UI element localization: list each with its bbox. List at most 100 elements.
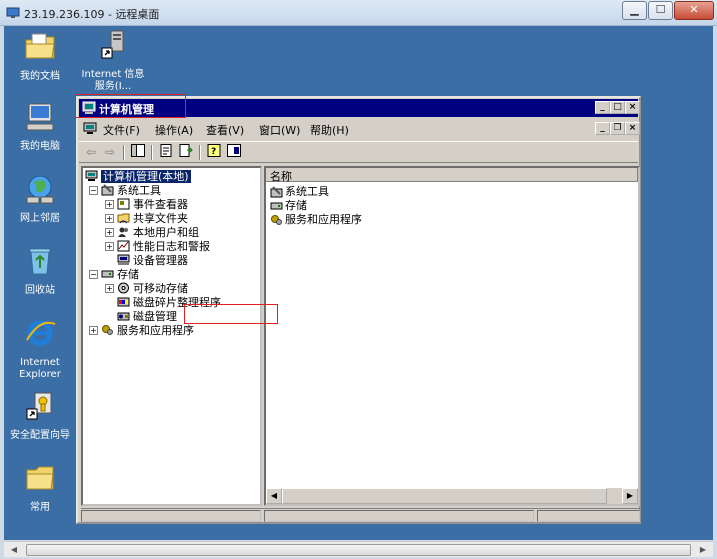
export-list-icon[interactable] bbox=[177, 144, 195, 161]
menu-help[interactable]: 帮助(H) bbox=[310, 122, 349, 138]
collapse-icon[interactable]: − bbox=[89, 185, 98, 195]
back-arrow-icon[interactable]: ⇦ bbox=[82, 144, 100, 161]
defragmenter-icon bbox=[117, 296, 130, 308]
menu-file[interactable]: 文件(F) bbox=[103, 122, 140, 138]
expand-icon[interactable]: + bbox=[105, 213, 114, 223]
desktop-icon-iis[interactable]: Internet 信息服务(I... bbox=[78, 28, 148, 93]
tree-node-perf-logs[interactable]: + 性能日志和警报 bbox=[105, 238, 210, 253]
cm-menubar: 文件(F) 操作(A) 查看(V) 窗口(W) 帮助(H) _ ❐ × bbox=[79, 119, 640, 139]
folder-icon bbox=[25, 33, 55, 59]
cm-close-button[interactable]: × bbox=[625, 101, 640, 114]
forward-arrow-icon[interactable]: ⇨ bbox=[101, 144, 119, 161]
scroll-right-arrow-icon[interactable]: ▶ bbox=[695, 543, 711, 557]
cm-minimize-button[interactable]: _ bbox=[595, 101, 610, 114]
rdp-close-button[interactable]: ✕ bbox=[674, 1, 714, 20]
show-hide-tree-icon[interactable] bbox=[129, 144, 147, 161]
details-list-pane[interactable]: 名称 系统工具 存储 服务和应用程序 ◀ ▶ bbox=[264, 166, 640, 506]
rdp-maximize-button[interactable]: ☐ bbox=[648, 1, 673, 20]
expand-icon[interactable]: + bbox=[105, 227, 114, 237]
list-header: 名称 bbox=[266, 168, 638, 183]
annotation-box-disk-management bbox=[184, 304, 278, 324]
tree-node-disk-management[interactable]: 磁盘管理 bbox=[117, 308, 177, 323]
collapse-icon[interactable]: − bbox=[89, 269, 98, 279]
console-icon bbox=[83, 122, 97, 134]
desktop-icon-recycle-bin[interactable]: 回收站 bbox=[5, 244, 75, 297]
desktop-icon-internet-explorer[interactable]: Internet Explorer bbox=[5, 316, 75, 381]
desktop-icon-label: Internet Explorer bbox=[19, 357, 61, 380]
tree-node-shared-folders[interactable]: + 共享文件夹 bbox=[105, 210, 188, 225]
help-icon[interactable]: ? bbox=[205, 144, 223, 161]
expand-icon[interactable]: + bbox=[89, 325, 98, 335]
tree-node-device-manager[interactable]: 设备管理器 bbox=[117, 252, 188, 267]
tree-node-system-tools[interactable]: − 系统工具 bbox=[89, 182, 161, 197]
properties-icon[interactable] bbox=[157, 144, 175, 161]
device-manager-icon bbox=[117, 254, 130, 266]
globe-network-icon bbox=[26, 175, 54, 204]
rdp-horizontal-scrollbar[interactable]: ◀ ▶ bbox=[4, 541, 713, 557]
tree-node-root[interactable]: 计算机管理(本地) bbox=[85, 168, 191, 183]
list-item-system-tools[interactable]: 系统工具 bbox=[270, 183, 329, 198]
menu-action[interactable]: 操作(A) bbox=[155, 122, 193, 138]
list-item-label: 服务和应用程序 bbox=[285, 213, 362, 226]
scroll-left-arrow-icon[interactable]: ◀ bbox=[6, 543, 22, 557]
mdi-minimize-button[interactable]: _ bbox=[595, 122, 610, 135]
computer-management-window: 计算机管理 _ □ × 文件(F) 操作(A) 查看(V) 窗口(W) 帮助(H… bbox=[76, 96, 641, 524]
status-cell bbox=[537, 510, 640, 522]
mdi-close-button[interactable]: × bbox=[625, 122, 640, 135]
scroll-right-arrow-icon[interactable]: ▶ bbox=[622, 488, 638, 504]
users-icon bbox=[117, 226, 130, 238]
expand-icon[interactable]: + bbox=[105, 283, 114, 293]
recycle-bin-icon bbox=[29, 248, 51, 275]
remote-desktop-icon bbox=[6, 7, 20, 18]
tree-node-storage[interactable]: − 存储 bbox=[89, 266, 139, 281]
expand-icon[interactable]: + bbox=[105, 199, 114, 209]
list-item-storage[interactable]: 存储 bbox=[270, 197, 307, 212]
rdp-minimize-button[interactable]: ▁ bbox=[622, 1, 647, 20]
desktop-icon-label: 我的电脑 bbox=[20, 141, 60, 152]
desktop-icon-label: 回收站 bbox=[25, 285, 55, 296]
tree-node-label: 设备管理器 bbox=[133, 254, 188, 267]
expand-icon[interactable]: + bbox=[105, 241, 114, 251]
column-header-name[interactable]: 名称 bbox=[266, 168, 638, 183]
computer-icon bbox=[26, 103, 54, 131]
tree-node-label: 服务和应用程序 bbox=[117, 324, 194, 337]
scrollbar-thumb[interactable] bbox=[282, 488, 607, 504]
desktop-icon-label: 常用 bbox=[30, 502, 50, 513]
toolbar-separator bbox=[199, 145, 201, 160]
tree-node-local-users[interactable]: + 本地用户和组 bbox=[105, 224, 199, 239]
shared-folder-icon bbox=[117, 212, 130, 224]
status-cell bbox=[264, 510, 534, 522]
desktop-icon-my-computer[interactable]: 我的电脑 bbox=[5, 100, 75, 153]
disk-management-icon bbox=[117, 310, 130, 322]
cm-statusbar bbox=[81, 508, 640, 522]
list-item-services-apps[interactable]: 服务和应用程序 bbox=[270, 211, 362, 226]
desktop-icon-my-documents[interactable]: 我的文档 bbox=[5, 30, 75, 83]
console-tree-pane[interactable]: 计算机管理(本地) − 系统工具 + 事件查看器 + 共享文件夹 + 本地用户和组 + 性… bbox=[81, 166, 262, 506]
security-wizard-shortcut-icon bbox=[26, 392, 52, 420]
desktop-icon-common-folder[interactable]: 常用 bbox=[5, 461, 75, 514]
removable-storage-icon bbox=[117, 282, 130, 294]
cm-toolbar: ⇦ ⇨ ? bbox=[79, 141, 638, 163]
desktop-icon-network-places[interactable]: 网上邻居 bbox=[5, 172, 75, 225]
performance-log-icon bbox=[117, 240, 130, 252]
scroll-left-arrow-icon[interactable]: ◀ bbox=[266, 488, 282, 504]
rdp-scrollbar-thumb[interactable] bbox=[26, 544, 691, 556]
tree-node-event-viewer[interactable]: + 事件查看器 bbox=[105, 196, 188, 211]
tree-node-removable-storage[interactable]: + 可移动存储 bbox=[105, 280, 188, 295]
services-icon bbox=[101, 324, 114, 336]
desktop-icon-label: Internet 信息服务(I... bbox=[81, 69, 145, 92]
desktop-icon-label: 安全配置向导 bbox=[10, 430, 70, 441]
cm-maximize-button[interactable]: □ bbox=[610, 101, 625, 114]
list-horizontal-scrollbar[interactable]: ◀ ▶ bbox=[266, 488, 638, 504]
tools-icon bbox=[101, 184, 114, 196]
internet-explorer-icon bbox=[26, 320, 56, 346]
tree-node-services-apps[interactable]: + 服务和应用程序 bbox=[89, 322, 194, 337]
menu-view[interactable]: 查看(V) bbox=[206, 122, 244, 138]
mdi-restore-button[interactable]: ❐ bbox=[610, 122, 625, 135]
desktop-icon-security-wizard[interactable]: 安全配置向导 bbox=[5, 389, 75, 442]
menu-window[interactable]: 窗口(W) bbox=[259, 122, 300, 138]
show-hide-action-pane-icon[interactable] bbox=[225, 144, 243, 161]
desktop-icon-label: 网上邻居 bbox=[20, 213, 60, 224]
event-viewer-icon bbox=[117, 198, 130, 210]
toolbar-separator bbox=[151, 145, 153, 160]
